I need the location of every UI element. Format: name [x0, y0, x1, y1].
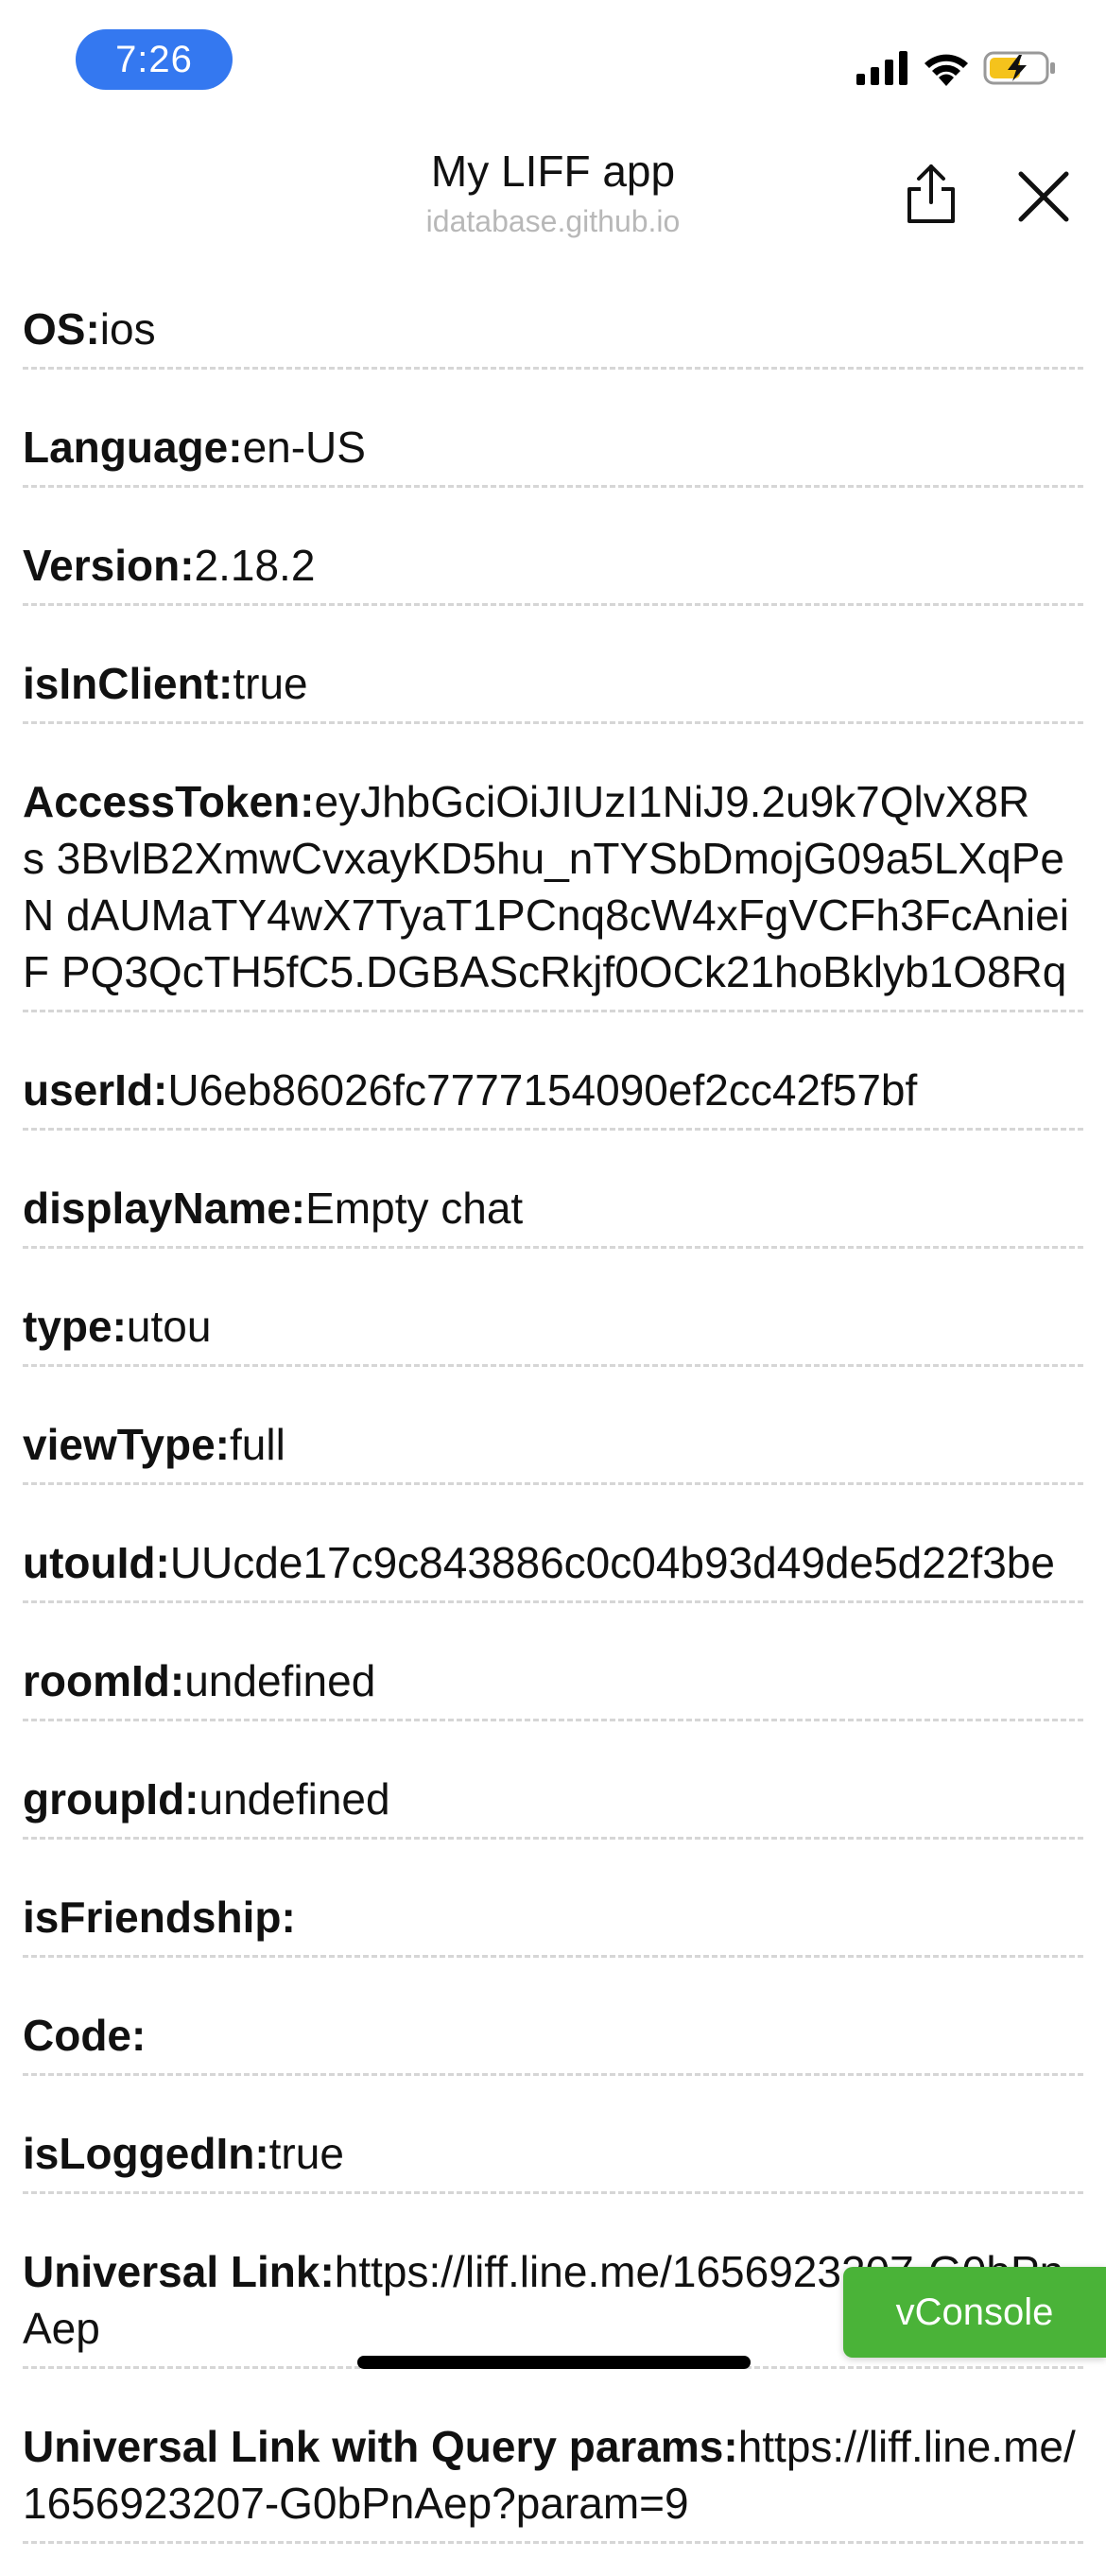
info-key: displayName:	[23, 1184, 306, 1233]
liff-header: My LIFF app idatabase.github.io	[0, 123, 1106, 255]
info-value: undefined	[199, 1774, 390, 1824]
info-key: Language:	[23, 423, 243, 472]
info-value: 2.18.2	[194, 541, 316, 590]
info-key: type:	[23, 1302, 127, 1351]
info-value: U6eb86026fc7777154090ef2cc42f57bf	[167, 1065, 918, 1115]
info-row-viewtype: viewType:full	[23, 1399, 1083, 1485]
info-row-isfriendship: isFriendship:	[23, 1872, 1083, 1958]
info-row-isinclient: isInClient:true	[23, 638, 1083, 724]
info-key: isLoggedIn:	[23, 2129, 269, 2178]
info-value: full	[230, 1420, 285, 1469]
info-key: AccessToken:	[23, 777, 315, 826]
info-key: OS:	[23, 304, 100, 354]
info-row-groupid: groupId:undefined	[23, 1754, 1083, 1840]
liff-info-list: OS:ios Language:en-US Version:2.18.2 isI…	[23, 284, 1083, 2576]
info-key: isInClient:	[23, 659, 233, 708]
status-icons	[856, 47, 1057, 89]
info-value: UUcde17c9c843886c0c04b93d49de5d22f3be	[169, 1538, 1055, 1587]
info-key: Version:	[23, 541, 195, 590]
info-value: ios	[99, 304, 156, 354]
info-key: Universal Link with Query params:	[23, 2422, 738, 2471]
info-key: Code:	[23, 2011, 147, 2060]
info-key: utouId:	[23, 1538, 170, 1587]
battery-charging-icon	[983, 51, 1055, 85]
info-row-roomid: roomId:undefined	[23, 1635, 1083, 1721]
status-bar: 7:26	[0, 0, 1106, 123]
info-value: utou	[126, 1302, 212, 1351]
close-icon[interactable]	[1013, 166, 1074, 227]
vconsole-button[interactable]: vConsole	[843, 2267, 1106, 2358]
info-key: isFriendship:	[23, 1893, 296, 1942]
info-value: en-US	[242, 423, 366, 472]
info-key: Universal Link:	[23, 2247, 335, 2296]
status-time: 7:26	[76, 29, 233, 90]
info-row-userid: userId:U6eb86026fc7777154090ef2cc42f57bf	[23, 1045, 1083, 1131]
signal-icon	[856, 51, 907, 85]
info-key: viewType:	[23, 1420, 230, 1469]
info-row-code: Code:	[23, 1990, 1083, 2076]
info-value: undefined	[184, 1656, 376, 1705]
info-value: true	[233, 659, 308, 708]
info-row-version: Version:2.18.2	[23, 520, 1083, 606]
info-key: userId:	[23, 1065, 168, 1115]
wifi-icon	[925, 54, 968, 86]
info-value: Empty chat	[305, 1184, 524, 1233]
info-row-utouid: utouId:UUcde17c9c843886c0c04b93d49de5d22…	[23, 1517, 1083, 1603]
info-row-os: OS:ios	[23, 284, 1083, 370]
info-key: roomId:	[23, 1656, 185, 1705]
share-icon[interactable]	[898, 161, 964, 227]
info-row-universal-link-query: Universal Link with Query params:https:/…	[23, 2401, 1083, 2544]
info-row-language: Language:en-US	[23, 402, 1083, 488]
info-value: true	[268, 2129, 344, 2178]
home-indicator[interactable]	[357, 2356, 751, 2369]
info-key: groupId:	[23, 1774, 199, 1824]
info-row-isloggedin: isLoggedIn:true	[23, 2108, 1083, 2194]
info-row-type: type:utou	[23, 1281, 1083, 1367]
info-row-displayname: displayName:Empty chat	[23, 1163, 1083, 1249]
info-row-accesstoken: AccessToken:eyJhbGciOiJIUzI1NiJ9.2u9k7Ql…	[23, 756, 1083, 1012]
